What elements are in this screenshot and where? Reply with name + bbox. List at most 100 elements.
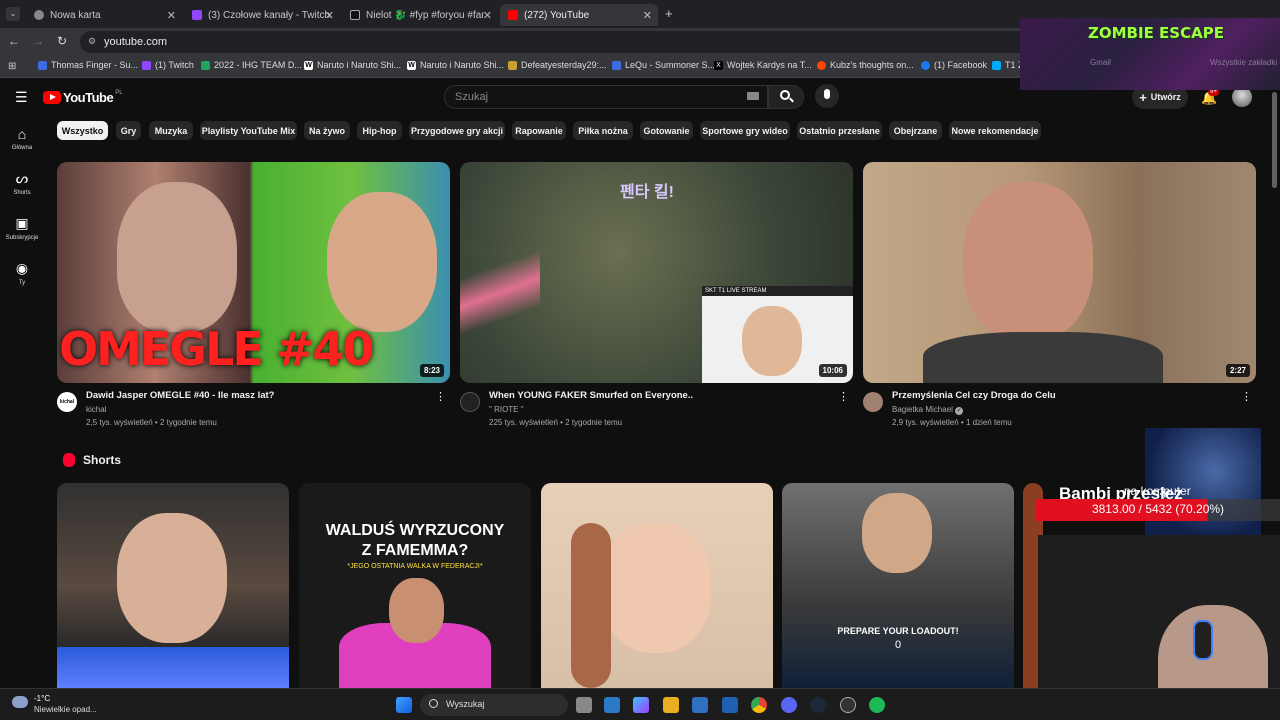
back-icon[interactable]: ← [8, 34, 20, 48]
chip[interactable]: Gotowanie [640, 121, 693, 140]
app-icon[interactable] [722, 697, 738, 713]
account-avatar[interactable] [1232, 87, 1252, 107]
chip[interactable]: Sportowe gry wideo [700, 121, 790, 140]
file-explorer-icon[interactable] [663, 697, 679, 713]
channel-avatar[interactable]: kichal [57, 392, 77, 412]
windows-start-icon[interactable] [396, 697, 412, 713]
tab-youtube[interactable]: (272) YouTube ✕ [500, 4, 658, 26]
bookmark-item[interactable]: Thomas Finger - Su... [38, 60, 138, 70]
video-meta: 2,9 tys. wyświetleń • 1 dzień temu [892, 418, 1012, 427]
sidebar-item-home[interactable]: ⌂ Główna [0, 126, 44, 151]
subscriptions-icon: ▣ [15, 215, 29, 231]
face-image [862, 493, 932, 573]
more-options-icon[interactable]: ⋮ [1241, 390, 1252, 403]
video-title[interactable]: Dawid Jasper OMEGLE #40 - Ile masz lat? [86, 390, 274, 401]
you-icon: ◉ [15, 260, 29, 276]
chip-all[interactable]: Wszystko [57, 121, 108, 140]
youtube-logo[interactable]: YouTube PL [43, 90, 123, 105]
app-icon[interactable] [840, 697, 856, 713]
forward-icon[interactable]: → [32, 34, 44, 48]
video-thumbnail[interactable]: OMEGLE #40 8:23 [57, 162, 450, 383]
globe-icon [34, 10, 44, 20]
bookmark-item[interactable]: Defeatyesterday29:... [508, 60, 607, 70]
short-thumbnail[interactable] [57, 483, 289, 688]
twitch-icon [142, 60, 151, 70]
more-options-icon[interactable]: ⋮ [435, 390, 446, 403]
chip[interactable]: Ostatnio przesłane [797, 121, 882, 140]
close-tab-icon[interactable]: ✕ [483, 9, 492, 22]
sidebar-item-you[interactable]: ◉ Ty [0, 260, 44, 286]
thumbnail-text: OMEGLE #40 [59, 322, 374, 376]
channel-avatar[interactable] [460, 392, 480, 412]
bookmark-label: (1) Twitch [155, 60, 194, 70]
face-image [389, 578, 444, 643]
shorts-title: Shorts [83, 453, 122, 467]
tab-tiktok[interactable]: Nielot 🐉 #fyp #foryou #fame ✕ [342, 4, 498, 26]
tab-twitch[interactable]: (3) Czołowe kanały - Twitch ✕ [184, 4, 340, 26]
bookmark-item[interactable]: LeQu - Summoner S... [612, 60, 715, 70]
video-thumbnail[interactable]: 2:27 [863, 162, 1256, 383]
bookmark-item[interactable]: W Naruto i Naruto Shi... [407, 60, 504, 70]
search-input[interactable]: Szukaj [444, 85, 768, 109]
search-button[interactable] [768, 85, 804, 109]
short-thumbnail[interactable]: WALDUŚ WYRZUCONY Z FAMEMMA? *JEGO OSTATN… [299, 483, 531, 688]
close-tab-icon[interactable]: ✕ [643, 9, 652, 22]
site-info-icon[interactable]: ⚙ [88, 36, 96, 47]
sidebar-item-shorts[interactable]: ᔕ Shorts [0, 170, 44, 196]
apps-grid-icon[interactable]: ⊞ [8, 61, 16, 72]
channel-name[interactable]: Bagietka Michael ✓ [892, 405, 964, 415]
chip[interactable]: Muzyka [149, 121, 193, 140]
chip[interactable]: Nowe rekomendacje [949, 121, 1041, 140]
address-bar[interactable]: ⚙ youtube.com [80, 31, 1040, 53]
page-scrollbar[interactable] [1272, 92, 1277, 188]
video-title[interactable]: Przemyślenia Cel czy Droga do Celu [892, 390, 1056, 401]
bookmark-item[interactable]: T1 Z [992, 60, 1024, 70]
mic-icon [824, 89, 830, 99]
voice-search-button[interactable] [815, 84, 839, 108]
video-thumbnail[interactable]: 펜타 킬! SKT T1 LIVE STREAM 10:06 [460, 162, 853, 383]
reload-icon[interactable]: ↻ [57, 34, 67, 48]
channel-avatar[interactable] [863, 392, 883, 412]
task-view-icon[interactable] [576, 697, 592, 713]
youtube-icon [508, 10, 518, 20]
tab-new-tab[interactable]: Nowa karta ✕ [26, 4, 182, 26]
bookmark-item[interactable]: X Wojtek Kardys na T... [714, 60, 812, 70]
chip[interactable]: Rapowanie [512, 121, 566, 140]
bookmark-label: Naruto i Naruto Shi... [420, 60, 505, 70]
more-options-icon[interactable]: ⋮ [838, 390, 849, 403]
close-tab-icon[interactable]: ✕ [167, 9, 176, 22]
chip[interactable]: Hip-hop [357, 121, 402, 140]
bookmark-item[interactable]: (1) Facebook [921, 60, 987, 70]
short-thumbnail[interactable]: PREPARE YOUR LOADOUT! 0 [782, 483, 1014, 688]
chip[interactable]: Przygodowe gry akcji [409, 121, 505, 140]
copilot-icon[interactable] [633, 697, 649, 713]
discord-icon[interactable] [781, 697, 797, 713]
channel-name[interactable]: " RIOTE " [489, 405, 524, 414]
chrome-icon[interactable] [751, 697, 767, 713]
bookmark-item[interactable]: (1) Twitch [142, 60, 194, 70]
tab-search-button[interactable]: ⌄ [6, 7, 20, 21]
bookmark-favicon-icon [38, 60, 47, 70]
chip[interactable]: Piłka nożna [573, 121, 633, 140]
store-icon[interactable] [692, 697, 708, 713]
bookmark-item[interactable]: W Naruto i Naruto Shi... [304, 60, 401, 70]
new-tab-button[interactable]: + [665, 6, 673, 21]
close-tab-icon[interactable]: ✕ [325, 9, 334, 22]
channel-name[interactable]: kichal [86, 405, 106, 414]
sidebar-item-subscriptions[interactable]: ▣ Subskrypcje [0, 215, 44, 241]
short-thumbnail[interactable] [541, 483, 773, 688]
taskbar-search[interactable]: Wyszukaj [420, 694, 568, 716]
menu-icon[interactable]: ☰ [15, 90, 28, 104]
steam-icon[interactable] [810, 697, 826, 713]
spotify-icon[interactable] [869, 697, 885, 713]
chip[interactable]: Playlisty YouTube Mix [200, 121, 297, 140]
video-title[interactable]: When YOUNG FAKER Smurfed on Everyone.. [489, 390, 693, 401]
chip[interactable]: Na żywo [304, 121, 350, 140]
weather-widget[interactable] [12, 694, 30, 712]
chip[interactable]: Gry [116, 121, 141, 140]
chip[interactable]: Obejrzane [889, 121, 942, 140]
outlook-icon[interactable] [604, 697, 620, 713]
bookmark-item[interactable]: Kubz's thoughts on... [817, 60, 914, 70]
keyboard-icon[interactable] [747, 92, 759, 100]
bookmark-item[interactable]: 2022 - IHG TEAM D... [201, 60, 302, 70]
